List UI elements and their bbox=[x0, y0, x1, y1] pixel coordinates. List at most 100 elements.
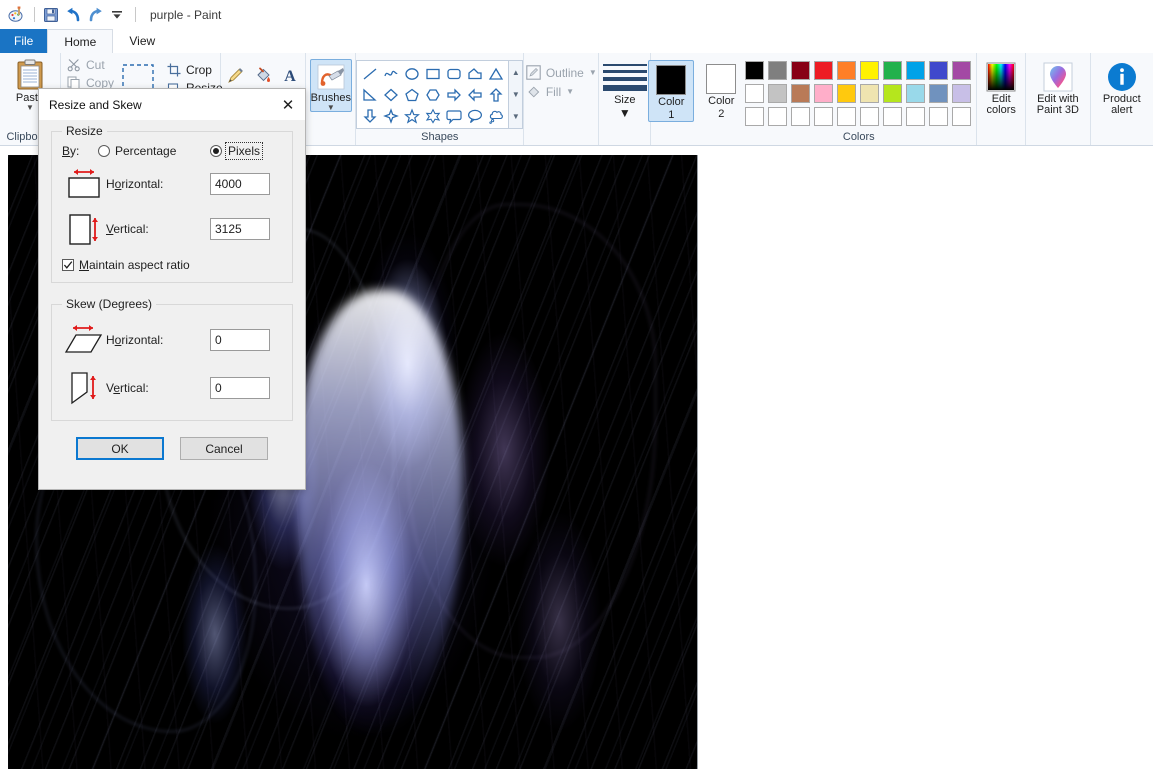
palette-swatch-r2-c4[interactable] bbox=[814, 84, 833, 103]
shape-rounded-rectangle[interactable] bbox=[443, 63, 464, 84]
edit-colors-icon[interactable] bbox=[986, 62, 1016, 92]
palette-swatch-r2-c1[interactable] bbox=[745, 84, 764, 103]
tab-file[interactable]: File bbox=[0, 29, 47, 53]
brushes-button[interactable]: Brushes ▼ bbox=[310, 59, 352, 112]
shape-left-arrow[interactable] bbox=[464, 84, 485, 105]
paint-3d-icon[interactable] bbox=[1043, 62, 1073, 92]
tab-home[interactable]: Home bbox=[47, 29, 113, 53]
palette-swatch-r2-c9[interactable] bbox=[929, 84, 948, 103]
paint-3d-label-line2: Paint 3D bbox=[1037, 105, 1079, 116]
palette-swatch-r3-c8[interactable] bbox=[906, 107, 925, 126]
palette-swatch-r1-c9[interactable] bbox=[929, 61, 948, 80]
crop-button[interactable]: Crop bbox=[162, 61, 228, 79]
shape-four-point-star[interactable] bbox=[380, 105, 401, 126]
shape-oval-callout[interactable] bbox=[464, 105, 485, 126]
palette-swatch-r1-c6[interactable] bbox=[860, 61, 879, 80]
resize-horizontal-input[interactable] bbox=[210, 173, 270, 195]
pixels-radio[interactable]: Pixels bbox=[210, 144, 261, 158]
save-icon[interactable] bbox=[41, 5, 61, 25]
palette-swatch-r3-c9[interactable] bbox=[929, 107, 948, 126]
palette-swatch-r2-c8[interactable] bbox=[906, 84, 925, 103]
text-icon[interactable]: A bbox=[277, 62, 303, 88]
color-2-button[interactable]: Color 2 bbox=[698, 60, 744, 120]
palette-swatch-r2-c3[interactable] bbox=[791, 84, 810, 103]
palette-swatch-r3-c10[interactable] bbox=[952, 107, 971, 126]
shape-rounded-rectangular-callout[interactable] bbox=[443, 105, 464, 126]
palette-swatch-r1-c4[interactable] bbox=[814, 61, 833, 80]
radio-circle-icon bbox=[98, 145, 110, 157]
palette-swatch-r3-c5[interactable] bbox=[837, 107, 856, 126]
palette-swatch-r2-c7[interactable] bbox=[883, 84, 902, 103]
scroll-down-icon[interactable]: ▼ bbox=[512, 90, 520, 99]
color-1-button[interactable]: Color 1 bbox=[648, 60, 694, 122]
shape-pentagon[interactable] bbox=[401, 84, 422, 105]
palette-swatch-r3-c3[interactable] bbox=[791, 107, 810, 126]
palette-swatch-r2-c6[interactable] bbox=[860, 84, 879, 103]
cancel-button[interactable]: Cancel bbox=[180, 437, 268, 460]
palette-swatch-r1-c2[interactable] bbox=[768, 61, 787, 80]
palette-swatch-r1-c5[interactable] bbox=[837, 61, 856, 80]
chevron-down-icon[interactable]: ▼ bbox=[566, 87, 574, 96]
palette-swatch-r3-c7[interactable] bbox=[883, 107, 902, 126]
outline-button[interactable]: Outline ▼ bbox=[521, 63, 602, 82]
palette-swatch-r2-c2[interactable] bbox=[768, 84, 787, 103]
palette-swatch-r3-c6[interactable] bbox=[860, 107, 879, 126]
paint-app-icon[interactable] bbox=[6, 5, 26, 25]
customize-quick-access-toolbar-icon[interactable] bbox=[107, 5, 127, 25]
resize-horizontal-label: Horizontal: bbox=[106, 177, 210, 191]
palette-swatch-r1-c3[interactable] bbox=[791, 61, 810, 80]
shape-polygon[interactable] bbox=[464, 63, 485, 84]
shapes-gallery[interactable]: ▲ ▼ ▼ bbox=[356, 60, 523, 129]
shape-right-arrow[interactable] bbox=[443, 84, 464, 105]
chevron-down-icon[interactable]: ▼ bbox=[327, 104, 335, 111]
shape-down-arrow[interactable] bbox=[359, 105, 380, 126]
chevron-down-icon[interactable]: ▼ bbox=[26, 104, 34, 111]
palette-swatch-r2-c10[interactable] bbox=[952, 84, 971, 103]
palette-swatch-r1-c8[interactable] bbox=[906, 61, 925, 80]
shape-diamond[interactable] bbox=[380, 84, 401, 105]
skew-section: Skew (Degrees) Horizontal: bbox=[51, 297, 293, 421]
redo-icon[interactable] bbox=[85, 5, 105, 25]
pencil-icon[interactable] bbox=[223, 62, 249, 88]
palette-swatch-r3-c4[interactable] bbox=[814, 107, 833, 126]
maintain-aspect-ratio-label: Maintain aspect ratio bbox=[79, 258, 190, 272]
maintain-aspect-ratio-checkbox[interactable] bbox=[62, 259, 74, 271]
gallery-expand-icon[interactable]: ▼ bbox=[512, 112, 520, 121]
palette-swatch-r1-c7[interactable] bbox=[883, 61, 902, 80]
shape-oval[interactable] bbox=[401, 63, 422, 84]
color-2-label-line1: Color bbox=[708, 96, 734, 107]
close-icon[interactable]: ✕ bbox=[271, 89, 305, 120]
shape-hexagon[interactable] bbox=[422, 84, 443, 105]
shape-cloud-callout[interactable] bbox=[485, 105, 506, 126]
fill-with-color-icon[interactable] bbox=[250, 62, 276, 88]
cut-button[interactable]: Cut bbox=[62, 56, 110, 74]
percentage-radio[interactable]: Percentage bbox=[98, 144, 210, 158]
color-palette[interactable] bbox=[745, 56, 973, 128]
palette-swatch-r2-c5[interactable] bbox=[837, 84, 856, 103]
palette-swatch-r3-c2[interactable] bbox=[768, 107, 787, 126]
ok-button[interactable]: OK bbox=[76, 437, 164, 460]
chevron-down-icon[interactable]: ▼ bbox=[589, 68, 597, 77]
shape-line[interactable] bbox=[359, 63, 380, 84]
resize-vertical-input[interactable] bbox=[210, 218, 270, 240]
tab-view[interactable]: View bbox=[113, 29, 171, 53]
shape-rectangle[interactable] bbox=[422, 63, 443, 84]
undo-icon[interactable] bbox=[63, 5, 83, 25]
product-alert-info-icon[interactable] bbox=[1107, 62, 1137, 92]
shape-triangle[interactable] bbox=[485, 63, 506, 84]
fill-button[interactable]: Fill ▼ bbox=[521, 82, 579, 101]
palette-swatch-r1-c10[interactable] bbox=[952, 61, 971, 80]
chevron-down-icon[interactable]: ▼ bbox=[619, 106, 631, 120]
scroll-up-icon[interactable]: ▲ bbox=[512, 68, 520, 77]
dialog-title-bar[interactable]: Resize and Skew bbox=[39, 89, 305, 120]
size-button[interactable] bbox=[603, 56, 647, 91]
skew-horizontal-input[interactable] bbox=[210, 329, 270, 351]
shape-five-point-star[interactable] bbox=[401, 105, 422, 126]
shape-right-triangle[interactable] bbox=[359, 84, 380, 105]
shape-up-arrow[interactable] bbox=[485, 84, 506, 105]
palette-swatch-r1-c1[interactable] bbox=[745, 61, 764, 80]
shape-six-point-star[interactable] bbox=[422, 105, 443, 126]
skew-vertical-input[interactable] bbox=[210, 377, 270, 399]
palette-swatch-r3-c1[interactable] bbox=[745, 107, 764, 126]
shape-curve[interactable] bbox=[380, 63, 401, 84]
